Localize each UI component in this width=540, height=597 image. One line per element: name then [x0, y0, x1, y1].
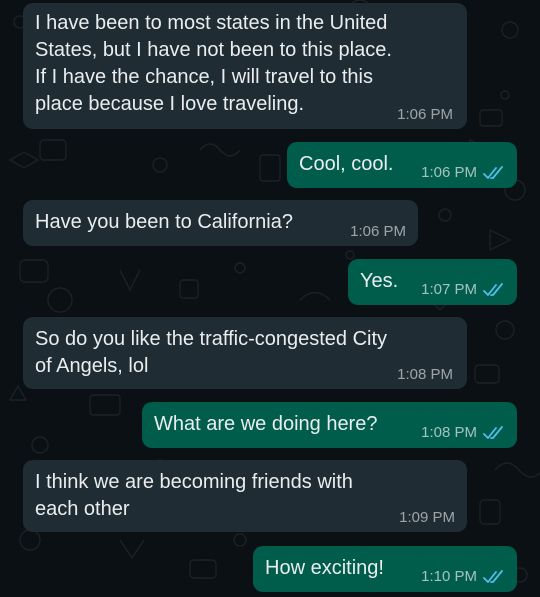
message-time: 1:07 PM [421, 281, 477, 298]
outgoing-message-bubble[interactable]: Yes. 1:07 PM [348, 259, 517, 305]
message-time: 1:10 PM [421, 568, 477, 585]
incoming-message-bubble[interactable]: So do you like the traffic-congested Cit… [23, 317, 467, 389]
message-time: 1:09 PM [399, 509, 455, 526]
message-time: 1:06 PM [350, 223, 406, 240]
message-meta: 1:06 PM [397, 106, 453, 124]
outgoing-message-bubble[interactable]: What are we doing here? 1:08 PM [142, 402, 517, 448]
message-meta: 1:08 PM [397, 366, 453, 384]
message-time: 1:06 PM [397, 106, 453, 123]
chat-thread: I have been to most states in the United… [0, 0, 540, 597]
outgoing-message-bubble[interactable]: Cool, cool. 1:06 PM [287, 142, 517, 188]
message-meta: 1:09 PM [399, 509, 455, 527]
outgoing-message-bubble[interactable]: How exciting! 1:10 PM [253, 546, 517, 592]
message-time: 1:06 PM [421, 164, 477, 181]
message-time: 1:08 PM [421, 424, 477, 441]
message-text: I have been to most states in the United… [35, 12, 392, 115]
message-meta: 1:06 PM [421, 164, 505, 182]
message-time: 1:08 PM [397, 366, 453, 383]
message-meta: 1:06 PM [350, 223, 406, 241]
double-check-icon [483, 166, 503, 179]
incoming-message-bubble[interactable]: Have you been to California? 1:06 PM [23, 200, 418, 246]
message-meta: 1:07 PM [421, 281, 505, 299]
double-check-icon [483, 283, 503, 296]
double-check-icon [483, 426, 503, 439]
incoming-message-bubble[interactable]: I have been to most states in the United… [23, 3, 467, 129]
message-meta: 1:08 PM [421, 424, 505, 442]
double-check-icon [483, 570, 503, 583]
message-text: So do you like the traffic-congested Cit… [35, 328, 388, 377]
message-meta: 1:10 PM [421, 568, 505, 586]
incoming-message-bubble[interactable]: I think we are becoming friends with eac… [23, 460, 467, 532]
message-text: I think we are becoming friends with eac… [35, 471, 353, 520]
